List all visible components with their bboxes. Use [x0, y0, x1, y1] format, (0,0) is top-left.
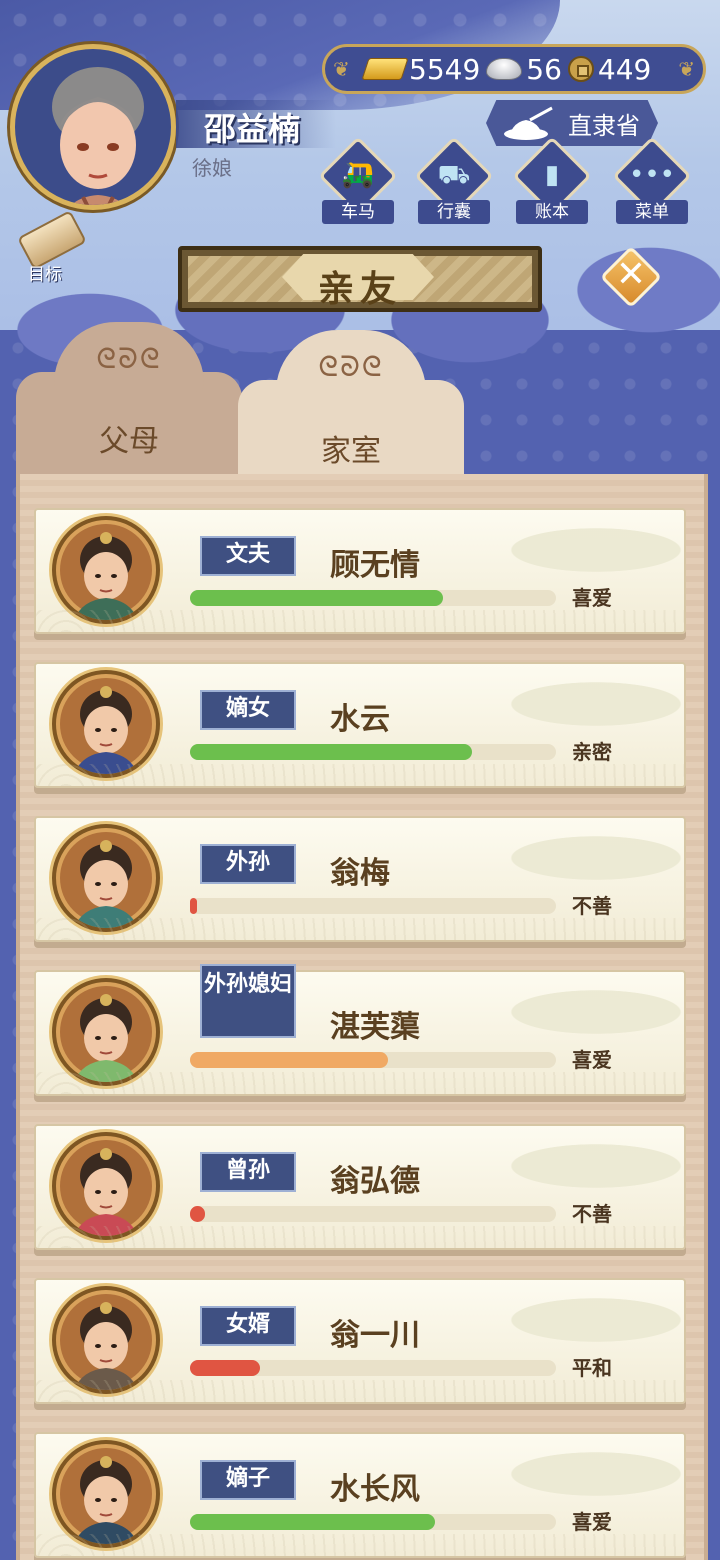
family-member-row[interactable]: 嫡女 水云 亲密	[34, 662, 686, 788]
silver-amount: 56	[526, 52, 562, 86]
member-portrait	[52, 824, 160, 932]
affinity-bar	[190, 1052, 556, 1068]
relationship-status: 喜爱	[572, 1510, 612, 1534]
affinity-fill	[190, 1514, 435, 1530]
family-member-row[interactable]: 文夫 顾无情 喜爱	[34, 508, 686, 634]
bundle-button[interactable]: ⛟ 行囊	[414, 136, 494, 224]
close-button[interactable]: ✕	[599, 245, 663, 309]
more-menu-button[interactable]: ••• 菜单	[612, 136, 692, 224]
more-icon: •••	[628, 160, 675, 190]
copper-coin-icon	[567, 56, 594, 82]
page-title: 亲友	[317, 269, 402, 310]
member-name: 顾无情	[330, 548, 420, 583]
tab-parents-label: 父母	[99, 424, 159, 459]
member-face-icon	[74, 686, 138, 774]
member-portrait	[52, 670, 160, 778]
gold-resource[interactable]: 5549	[361, 52, 481, 86]
location-icon	[504, 106, 553, 140]
relationship-status: 喜爱	[572, 586, 612, 610]
member-name: 湛芙蕖	[330, 1010, 420, 1045]
member-face-icon	[74, 1148, 138, 1236]
cloud-swirl-icon: ᘓᘐᘓ	[96, 342, 162, 375]
relation-badge: 曾孙	[200, 1152, 296, 1192]
relationship-status: 亲密	[572, 740, 612, 764]
member-name: 翁一川	[330, 1318, 420, 1353]
member-face-icon	[74, 1302, 138, 1390]
relation-badge: 外孙媳妇	[200, 964, 296, 1038]
gold-bar-icon	[361, 58, 409, 80]
relation-badge: 外孙	[200, 844, 296, 884]
relation-badge: 女婿	[200, 1306, 296, 1346]
affinity-fill	[190, 590, 443, 606]
coin-amount: 449	[597, 52, 652, 86]
goal-button[interactable]: 目标	[12, 210, 92, 285]
family-member-row[interactable]: 外孙媳妇 湛芙蕖 喜爱	[34, 964, 686, 1096]
family-member-row[interactable]: 嫡子 水长风 喜爱	[34, 1432, 686, 1558]
relationship-status: 喜爱	[572, 1048, 612, 1072]
affinity-fill	[190, 744, 472, 760]
silver-resource[interactable]: 56	[486, 53, 562, 86]
bundle-icon: ⛟	[437, 160, 471, 190]
affinity-fill	[190, 1052, 388, 1068]
goal-label: 目标	[28, 265, 62, 285]
affinity-bar	[190, 898, 556, 914]
coin-resource[interactable]: 449	[567, 52, 652, 86]
player-role: 徐娘	[192, 156, 232, 180]
member-face-icon	[74, 1456, 138, 1544]
affinity-fill	[190, 898, 197, 914]
player-name: 邵益楠	[204, 110, 301, 148]
resource-bar: ❦ 5549 56 449 ❦	[322, 44, 706, 94]
member-portrait	[52, 516, 160, 624]
family-member-row[interactable]: 曾孙 翁弘德 不善	[34, 1124, 686, 1250]
affinity-bar	[190, 744, 556, 760]
member-face-icon	[74, 532, 138, 620]
location-label: 直隶省	[568, 112, 640, 140]
relationship-status: 平和	[572, 1356, 612, 1380]
family-member-row[interactable]: 外孙 翁梅 不善	[34, 816, 686, 942]
family-member-row[interactable]: 女婿 翁一川 平和	[34, 1278, 686, 1404]
relation-badge: 文夫	[200, 536, 296, 576]
member-face-icon	[74, 994, 138, 1082]
member-name: 水云	[330, 702, 390, 737]
ledger-label: 账本	[516, 200, 588, 224]
relation-badge: 嫡子	[200, 1460, 296, 1500]
close-icon: ✕	[615, 254, 647, 295]
ledger-icon: ▮	[544, 160, 560, 190]
carriage-icon: 🛺	[341, 160, 375, 190]
member-portrait	[52, 1286, 160, 1394]
bamboo-left-icon: ❦	[333, 57, 350, 81]
affinity-bar	[190, 1514, 556, 1530]
relation-badge: 嫡女	[200, 690, 296, 730]
silver-ingot-icon	[486, 58, 523, 80]
page-title-banner: 亲友	[178, 246, 542, 312]
bamboo-right-icon: ❦	[678, 57, 695, 81]
ledger-button[interactable]: ▮ 账本	[512, 136, 592, 224]
member-portrait	[52, 1440, 160, 1548]
affinity-fill	[190, 1206, 205, 1222]
relationship-status: 不善	[572, 1202, 612, 1226]
carriage-label: 车马	[322, 200, 394, 224]
member-portrait	[52, 1132, 160, 1240]
gold-amount: 5549	[409, 52, 481, 86]
member-name: 翁弘德	[330, 1164, 420, 1199]
carriage-button[interactable]: 🛺 车马	[318, 136, 398, 224]
affinity-bar	[190, 1206, 556, 1222]
cloud-swirl-icon: ᘓᘐᘓ	[318, 350, 384, 383]
tab-household-label: 家室	[321, 434, 381, 469]
affinity-bar	[190, 1360, 556, 1376]
bundle-label: 行囊	[418, 200, 490, 224]
tab-household[interactable]: ᘓᘐᘓ 家室	[238, 330, 464, 504]
player-avatar[interactable]	[10, 44, 176, 210]
affinity-fill	[190, 1360, 260, 1376]
member-face-icon	[74, 840, 138, 928]
relationship-status: 不善	[572, 894, 612, 918]
tab-parents[interactable]: ᘓᘐᘓ 父母	[16, 322, 242, 482]
member-name: 翁梅	[330, 856, 390, 891]
member-portrait	[52, 978, 160, 1086]
player-portrait	[52, 67, 144, 205]
more-label: 菜单	[616, 200, 688, 224]
member-name: 水长风	[330, 1472, 420, 1507]
affinity-bar	[190, 590, 556, 606]
